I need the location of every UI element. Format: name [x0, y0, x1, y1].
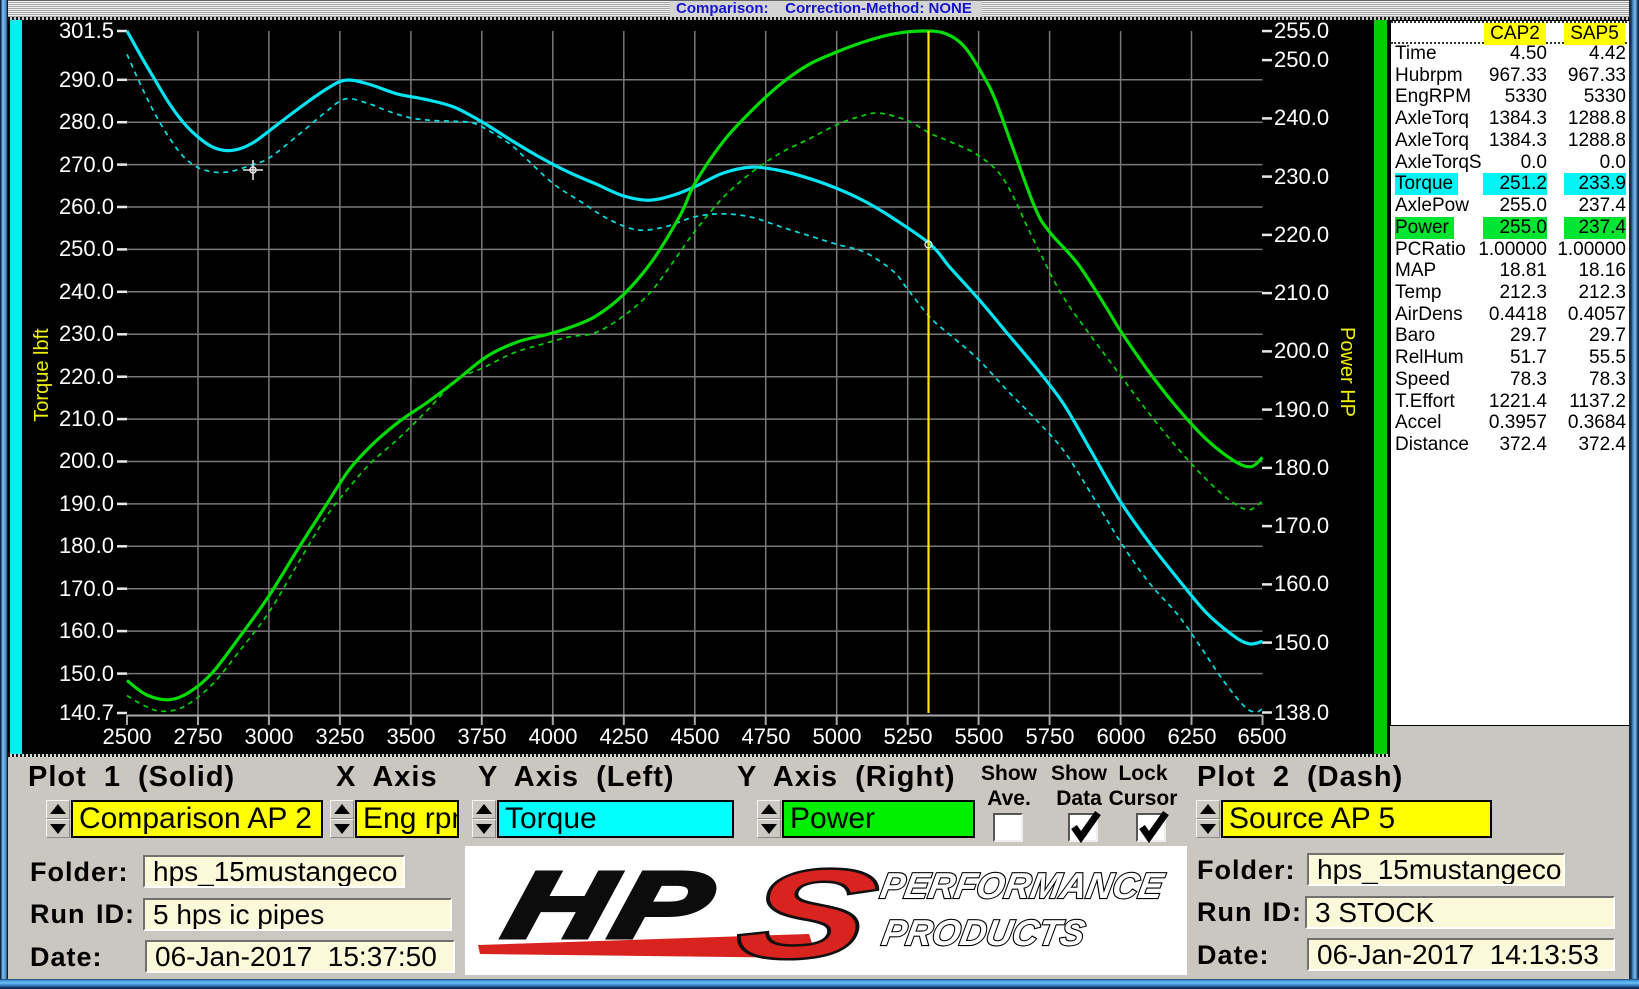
svg-text:PERFORMANCE: PERFORMANCE [877, 865, 1168, 906]
svg-text:PRODUCTS: PRODUCTS [879, 912, 1088, 953]
svg-text:S: S [722, 846, 893, 975]
